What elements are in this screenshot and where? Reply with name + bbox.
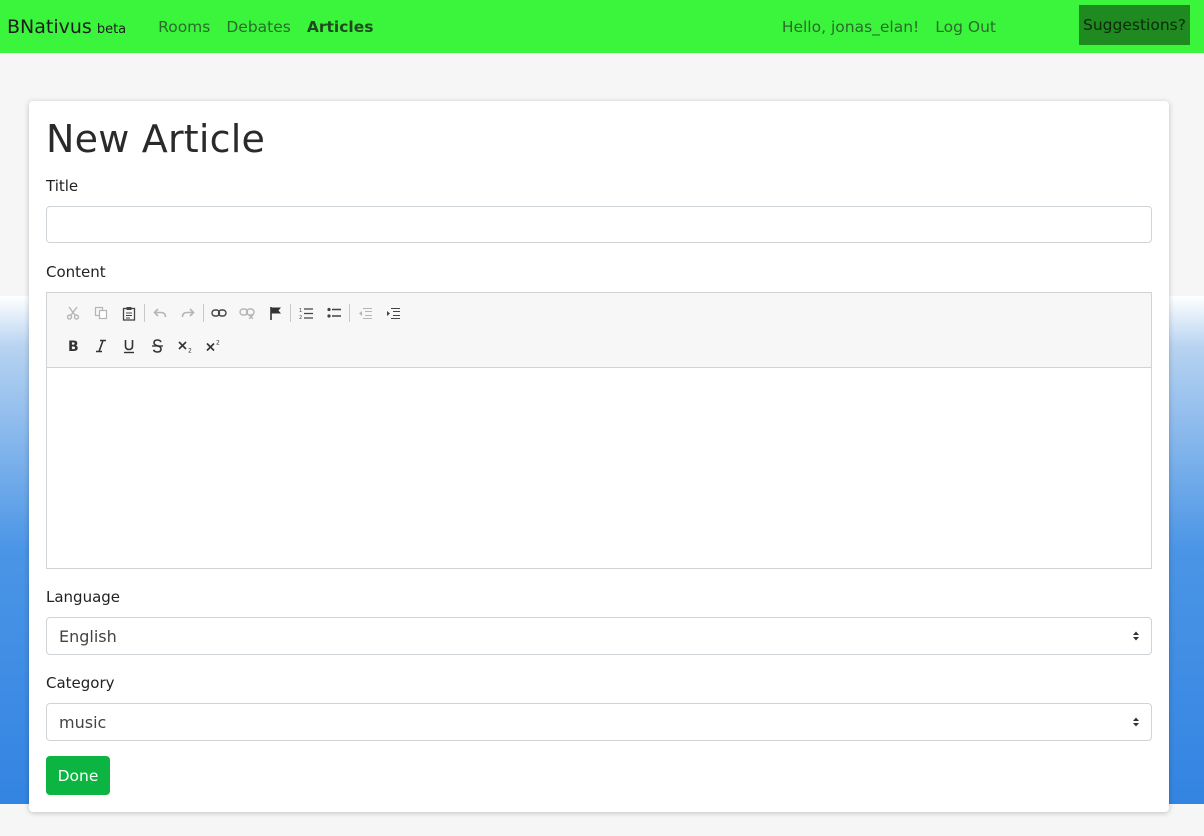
underline-icon[interactable] [115, 335, 143, 357]
brand-name[interactable]: BNativus [7, 16, 92, 38]
language-selected-value: English [59, 626, 117, 646]
toolbar-separator [349, 304, 350, 322]
copy-icon[interactable] [87, 302, 115, 324]
new-article-card: New Article Title Content 1 2 B 2 2 Lang… [29, 101, 1169, 812]
brand-logo[interactable]: BNativus beta [7, 16, 126, 38]
category-selected-value: music [59, 712, 107, 732]
nav-articles-link[interactable]: Articles [299, 18, 382, 36]
svg-text:1: 1 [299, 308, 302, 314]
user-nav: Hello, jonas_elan! Log Out [774, 0, 1004, 53]
bulleted-list-icon[interactable] [320, 302, 348, 324]
link-icon[interactable] [205, 302, 233, 324]
undo-icon[interactable] [146, 302, 174, 324]
toolbar-separator [203, 304, 204, 322]
top-navbar: BNativus beta Rooms Debates Articles Hel… [0, 0, 1204, 53]
rich-text-editor: 12 B 2 2 [46, 292, 1152, 569]
category-label: Category [46, 674, 115, 692]
nav-debates-link[interactable]: Debates [218, 18, 299, 36]
anchor-flag-icon[interactable] [261, 302, 289, 324]
bold-icon[interactable]: B [59, 335, 87, 357]
svg-text:B: B [68, 339, 79, 353]
done-button[interactable]: Done [46, 756, 110, 795]
user-greeting[interactable]: Hello, jonas_elan! [774, 18, 927, 36]
brand-beta-tag: beta [96, 21, 127, 37]
svg-text:2: 2 [188, 348, 192, 354]
title-label: Title [46, 177, 79, 195]
superscript-icon[interactable]: 2 [199, 335, 227, 357]
editor-toolbar: 12 B 2 2 [47, 293, 1151, 368]
redo-icon[interactable] [174, 302, 202, 324]
content-label: Content [46, 263, 106, 281]
language-label: Language [46, 588, 121, 606]
editor-content-area[interactable] [47, 368, 1151, 568]
title-input[interactable] [46, 206, 1152, 243]
svg-text:2: 2 [216, 340, 220, 347]
toolbar-row-2: B 2 2 [59, 335, 227, 357]
logout-link[interactable]: Log Out [927, 18, 1004, 36]
numbered-list-icon[interactable]: 12 [292, 302, 320, 324]
outdent-icon[interactable] [351, 302, 379, 324]
toolbar-separator [144, 304, 145, 322]
indent-icon[interactable] [379, 302, 407, 324]
subscript-icon[interactable]: 2 [171, 335, 199, 357]
svg-text:2: 2 [299, 315, 302, 320]
suggestions-button[interactable]: Suggestions? [1079, 5, 1190, 45]
nav-rooms-link[interactable]: Rooms [150, 18, 218, 36]
toolbar-row-1: 12 [59, 302, 407, 324]
select-caret-icon [1133, 717, 1139, 727]
unlink-icon[interactable] [233, 302, 261, 324]
main-nav: Rooms Debates Articles [150, 18, 381, 36]
select-caret-icon [1133, 631, 1139, 641]
italic-icon[interactable] [87, 335, 115, 357]
cut-icon[interactable] [59, 302, 87, 324]
strikethrough-icon[interactable] [143, 335, 171, 357]
toolbar-separator [290, 304, 291, 322]
language-select[interactable]: English [46, 617, 1152, 655]
category-select[interactable]: music [46, 703, 1152, 741]
page-title: New Article [46, 117, 266, 161]
paste-icon[interactable] [115, 302, 143, 324]
